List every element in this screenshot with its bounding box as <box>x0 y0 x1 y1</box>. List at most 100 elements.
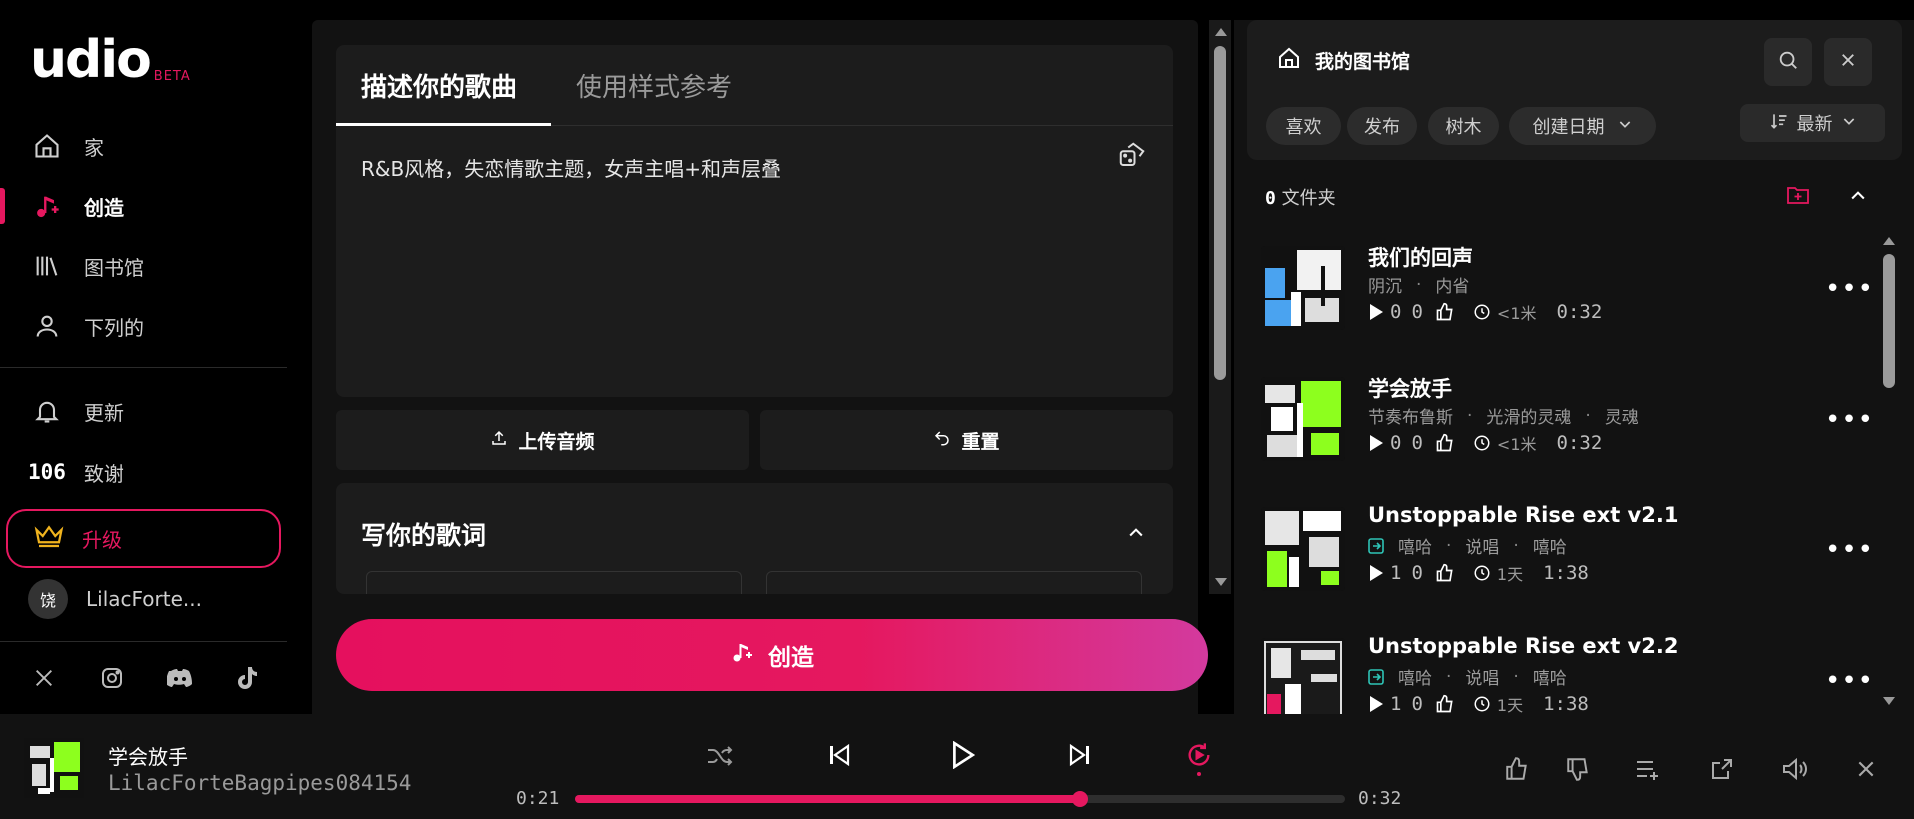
tab-describe[interactable]: 描述你的歌曲 <box>361 67 517 104</box>
more-options-icon[interactable]: ••• <box>1825 535 1874 565</box>
search-button[interactable] <box>1764 38 1812 86</box>
tiktok-icon[interactable] <box>234 664 262 692</box>
chevron-down-icon <box>1841 113 1857 134</box>
sidebar-item-library[interactable]: 图书馆 <box>30 246 144 286</box>
song-artwork[interactable] <box>1261 377 1345 461</box>
library-scrollbar[interactable] <box>1880 232 1898 710</box>
now-playing-title[interactable]: 学会放手 <box>108 741 188 770</box>
scroll-up-icon[interactable] <box>1883 237 1895 245</box>
upload-icon <box>490 429 508 452</box>
credits-count: 106 <box>28 460 66 484</box>
upload-audio-button[interactable]: 上传音频 <box>336 410 749 470</box>
like-icon[interactable] <box>1435 433 1455 453</box>
filter-chip-tree[interactable]: 树木 <box>1428 107 1499 145</box>
new-folder-icon[interactable] <box>1786 184 1810 210</box>
sort-select[interactable]: 最新 <box>1740 104 1885 142</box>
song-title[interactable]: Unstoppable Rise ext v2.2 <box>1368 634 1678 658</box>
total-time: 0:32 <box>1358 788 1402 809</box>
social-links <box>30 664 262 692</box>
beta-badge: BETA <box>153 69 191 84</box>
song-artwork[interactable] <box>1261 507 1345 591</box>
scroll-down-icon[interactable] <box>1215 578 1227 586</box>
instagram-icon[interactable] <box>98 664 126 692</box>
sidebar-item-following[interactable]: 下列的 <box>30 306 144 346</box>
progress-knob[interactable] <box>1072 791 1089 807</box>
now-playing-artwork[interactable] <box>24 738 84 798</box>
sidebar-item-create[interactable]: 创造 <box>30 186 124 226</box>
dice-icon[interactable] <box>1117 140 1147 174</box>
upgrade-label: 升级 <box>82 528 122 552</box>
like-icon[interactable] <box>1435 563 1455 583</box>
upgrade-button[interactable]: 升级 <box>6 509 281 568</box>
song-tag[interactable]: 灵魂 <box>1605 403 1639 428</box>
song-artwork[interactable] <box>1261 638 1345 714</box>
x-icon[interactable] <box>30 664 58 692</box>
share-icon[interactable] <box>1705 752 1739 786</box>
scroll-up-icon[interactable] <box>1215 28 1227 36</box>
song-row[interactable]: Unstoppable Rise ext v2.2 嘻哈 · 说唱 · 嘻哈 1 0 1天 1… <box>1261 634 1880 714</box>
song-title[interactable]: Unstoppable Rise ext v2.1 <box>1368 503 1678 527</box>
play-icon[interactable] <box>944 736 982 774</box>
sidebar-item-label: 致谢 <box>83 461 124 486</box>
progress-bar[interactable] <box>575 791 1345 807</box>
like-icon[interactable] <box>1435 694 1455 714</box>
chevron-up-icon[interactable] <box>1126 523 1146 547</box>
song-row[interactable]: 我们的回声 阴沉 · 内省 0 0 <1米 0:32 ••• <box>1261 244 1880 334</box>
song-row[interactable]: Unstoppable Rise ext v2.1 嘻哈 · 说唱 · 嘻哈 1 0 1天 1… <box>1261 503 1880 595</box>
tab-style-reference[interactable]: 使用样式参考 <box>576 67 732 104</box>
prompt-input[interactable]: R&B风格，失恋情歌主题，女声主唱+和声层叠 <box>361 153 781 182</box>
filter-chip-created-date[interactable]: 创建日期 <box>1509 107 1656 145</box>
song-tag[interactable]: 嘻哈 <box>1533 664 1567 689</box>
repeat-icon[interactable] <box>1182 736 1216 780</box>
play-count-icon <box>1368 434 1384 452</box>
sidebar-item-home[interactable]: 家 <box>30 126 104 166</box>
song-row[interactable]: 学会放手 节奏布鲁斯 · 光滑的灵魂 · 灵魂 0 0 <1米 0:32 ••• <box>1261 375 1880 465</box>
like-icon[interactable] <box>1435 302 1455 322</box>
create-button[interactable]: 创造 <box>336 619 1208 691</box>
song-tag[interactable]: 阴沉 <box>1368 272 1402 297</box>
filter-chip-published[interactable]: 发布 <box>1347 107 1417 145</box>
user-profile[interactable]: 饶 LilacForte... <box>28 578 202 620</box>
song-tag[interactable]: 说唱 <box>1465 533 1499 558</box>
lyrics-option-select[interactable] <box>766 571 1142 594</box>
sidebar-item-updates[interactable]: 更新 <box>30 391 124 431</box>
sidebar-divider <box>0 367 287 368</box>
previous-icon[interactable] <box>822 738 856 772</box>
song-tag[interactable]: 嘻哈 <box>1398 664 1432 689</box>
song-tag[interactable]: 嘻哈 <box>1533 533 1567 558</box>
queue-icon[interactable] <box>1631 752 1665 786</box>
close-player-icon[interactable] <box>1849 752 1883 786</box>
sidebar-item-credits[interactable]: 106 致谢 <box>28 452 124 492</box>
close-library-button[interactable] <box>1824 38 1872 86</box>
more-options-icon[interactable]: ••• <box>1825 274 1874 304</box>
folders-row[interactable]: 0 文件夹 <box>1265 184 1336 210</box>
chevron-up-icon[interactable] <box>1848 186 1868 210</box>
scroll-thumb[interactable] <box>1214 46 1226 380</box>
song-tag[interactable]: 内省 <box>1435 272 1469 297</box>
song-title[interactable]: 学会放手 <box>1368 373 1452 403</box>
lyrics-mode-select[interactable] <box>366 571 742 594</box>
volume-icon[interactable] <box>1778 752 1812 786</box>
filter-chip-liked[interactable]: 喜欢 <box>1266 107 1341 145</box>
scroll-thumb[interactable] <box>1883 254 1895 388</box>
udio-logo[interactable]: udio BETA <box>30 32 191 86</box>
editor-scrollbar[interactable] <box>1209 20 1231 594</box>
scroll-down-icon[interactable] <box>1883 697 1895 705</box>
more-options-icon[interactable]: ••• <box>1825 405 1874 435</box>
sidebar-item-label: 下列的 <box>84 315 144 340</box>
thumbs-up-icon[interactable] <box>1500 752 1534 786</box>
song-tag[interactable]: 说唱 <box>1465 664 1499 689</box>
thumbs-down-icon[interactable] <box>1561 752 1595 786</box>
song-tag[interactable]: 光滑的灵魂 <box>1486 403 1571 428</box>
now-playing-artist[interactable]: LilacForteBagpipes084154 <box>108 771 411 795</box>
discord-icon[interactable] <box>166 664 194 692</box>
sort-label: 最新 <box>1796 114 1833 135</box>
song-tag[interactable]: 节奏布鲁斯 <box>1368 403 1453 428</box>
song-tag[interactable]: 嘻哈 <box>1398 533 1432 558</box>
shuffle-icon[interactable] <box>704 740 736 772</box>
more-options-icon[interactable]: ••• <box>1825 666 1874 696</box>
next-icon[interactable] <box>1063 738 1097 772</box>
song-title[interactable]: 我们的回声 <box>1368 242 1473 272</box>
reset-button[interactable]: 重置 <box>760 410 1173 470</box>
song-artwork[interactable] <box>1261 246 1345 330</box>
